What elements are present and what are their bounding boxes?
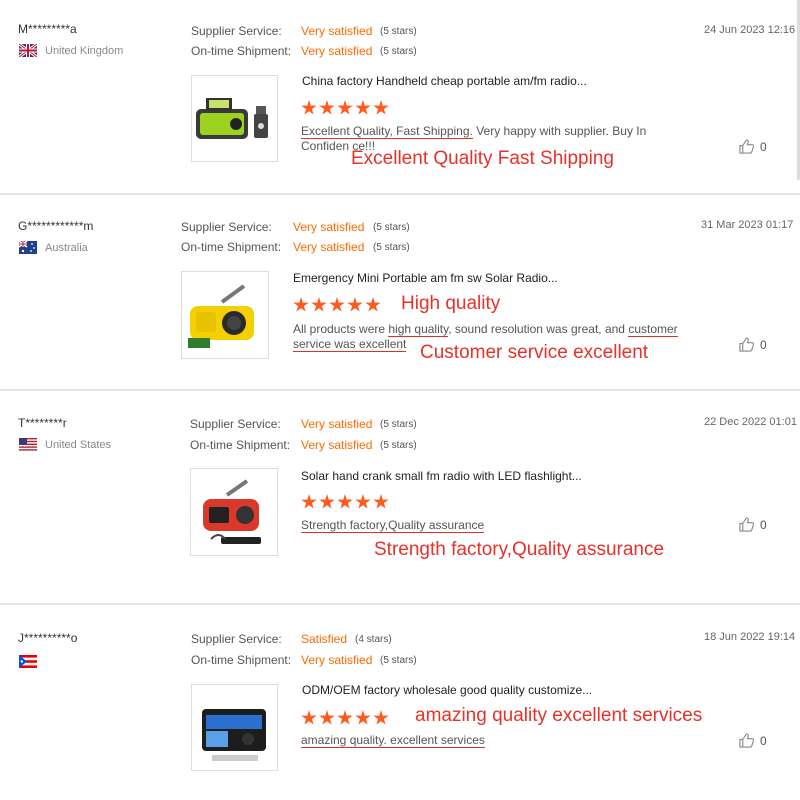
us-flag-icon — [19, 438, 37, 451]
like-button[interactable]: 0 — [739, 517, 767, 532]
star-icon — [301, 494, 317, 509]
star-icon — [373, 100, 389, 115]
product-thumbnail[interactable] — [191, 684, 278, 771]
highlight-annotation: High quality — [401, 293, 501, 314]
ontime-shipment-label: On-time Shipment: — [191, 653, 292, 667]
supplier-service-value: Very satisfied — [293, 220, 365, 234]
star-icon — [347, 297, 363, 312]
supplier-service-value: Satisfied — [301, 632, 348, 646]
rating-stars — [293, 297, 381, 313]
ontime-shipment-value: Very satisfied — [301, 438, 373, 452]
review-comment: amazing quality. excellent services — [301, 733, 485, 748]
ontime-shipment-label: On-time Shipment: — [190, 438, 291, 452]
ontime-shipment-stars: (5 stars) — [373, 242, 410, 253]
uk-flag-icon — [19, 44, 37, 57]
star-icon — [373, 710, 389, 725]
supplier-service-value: Very satisfied — [301, 24, 373, 38]
star-icon — [319, 494, 335, 509]
like-button[interactable]: 0 — [739, 733, 767, 748]
highlight-annotation: Customer service excellent — [420, 342, 649, 363]
supplier-service-stars: (4 stars) — [355, 634, 392, 645]
product-title[interactable]: China factory Handheld cheap portable am… — [302, 74, 587, 88]
star-icon — [337, 710, 353, 725]
reviewer-name: J**********o — [18, 631, 78, 645]
star-icon — [301, 710, 317, 725]
star-icon — [329, 297, 345, 312]
like-button[interactable]: 0 — [739, 337, 767, 352]
product-title[interactable]: Solar hand crank small fm radio with LED… — [301, 469, 582, 483]
ontime-shipment-stars: (5 stars) — [380, 440, 417, 451]
star-icon — [365, 297, 381, 312]
review-card: G************m Australia Supplier Servic… — [0, 195, 800, 390]
like-count: 0 — [760, 517, 767, 532]
star-icon — [355, 710, 371, 725]
star-icon — [337, 100, 353, 115]
highlight-annotation: Excellent Quality Fast Shipping — [351, 148, 614, 169]
supplier-service-value: Very satisfied — [301, 417, 373, 431]
product-thumbnail[interactable] — [190, 468, 278, 556]
rating-stars — [301, 100, 389, 116]
ontime-shipment-value: Very satisfied — [301, 653, 373, 667]
ontime-shipment-value: Very satisfied — [293, 240, 365, 254]
star-icon — [311, 297, 327, 312]
star-icon — [373, 494, 389, 509]
thumbs-up-icon — [739, 139, 754, 154]
ontime-shipment-stars: (5 stars) — [380, 46, 417, 57]
review-card: M*********a United Kingdom Supplier Serv… — [0, 0, 800, 195]
review-date: 18 Jun 2022 19:14 — [704, 631, 796, 643]
puerto-rico-flag-icon — [19, 655, 37, 668]
star-icon — [337, 494, 353, 509]
ontime-shipment-label: On-time Shipment: — [191, 44, 292, 58]
star-icon — [319, 710, 335, 725]
star-icon — [355, 100, 371, 115]
ontime-shipment-value: Very satisfied — [301, 44, 373, 58]
like-count: 0 — [760, 733, 767, 748]
thumbs-up-icon — [739, 733, 754, 748]
star-icon — [319, 100, 335, 115]
supplier-service-label: Supplier Service: — [191, 24, 282, 38]
reviewer-name: G************m — [18, 219, 94, 233]
ontime-shipment-label: On-time Shipment: — [181, 240, 282, 254]
product-thumbnail[interactable] — [181, 271, 269, 359]
reviewer-country: Australia — [45, 242, 88, 254]
thumbs-up-icon — [739, 337, 754, 352]
like-count: 0 — [760, 337, 767, 352]
rating-stars — [301, 710, 389, 726]
thumbs-up-icon — [739, 517, 754, 532]
supplier-service-stars: (5 stars) — [373, 222, 410, 233]
ontime-shipment-stars: (5 stars) — [380, 655, 417, 666]
product-title[interactable]: ODM/OEM factory wholesale good quality c… — [302, 683, 592, 697]
supplier-service-label: Supplier Service: — [181, 220, 272, 234]
supplier-service-label: Supplier Service: — [190, 417, 281, 431]
review-date: 22 Dec 2022 01:01 — [704, 416, 797, 428]
product-title[interactable]: Emergency Mini Portable am fm sw Solar R… — [293, 271, 558, 285]
supplier-service-label: Supplier Service: — [191, 632, 282, 646]
product-thumbnail[interactable] — [191, 75, 278, 162]
review-date: 24 Jun 2023 12:16 — [704, 24, 796, 36]
highlight-annotation: Strength factory,Quality assurance — [374, 539, 665, 560]
australia-flag-icon — [19, 241, 37, 254]
star-icon — [355, 494, 371, 509]
reviewer-name: M*********a — [18, 22, 77, 36]
reviewer-country: United Kingdom — [45, 45, 124, 57]
review-date: 31 Mar 2023 01:17 — [701, 219, 794, 231]
star-icon — [301, 100, 317, 115]
like-button[interactable]: 0 — [739, 139, 767, 154]
review-card: T********r United States Supplier Servic… — [0, 391, 800, 603]
supplier-service-stars: (5 stars) — [380, 419, 417, 430]
review-card: J**********o Supplier Service: Satisfied… — [0, 605, 800, 800]
supplier-service-stars: (5 stars) — [380, 26, 417, 37]
star-icon — [293, 297, 309, 312]
review-comment: Strength factory,Quality assurance — [301, 518, 485, 533]
like-count: 0 — [760, 139, 767, 154]
reviewer-country: United States — [45, 439, 112, 451]
highlight-annotation: amazing quality excellent services — [415, 705, 703, 726]
rating-stars — [301, 494, 389, 510]
reviewer-name: T********r — [18, 416, 67, 430]
